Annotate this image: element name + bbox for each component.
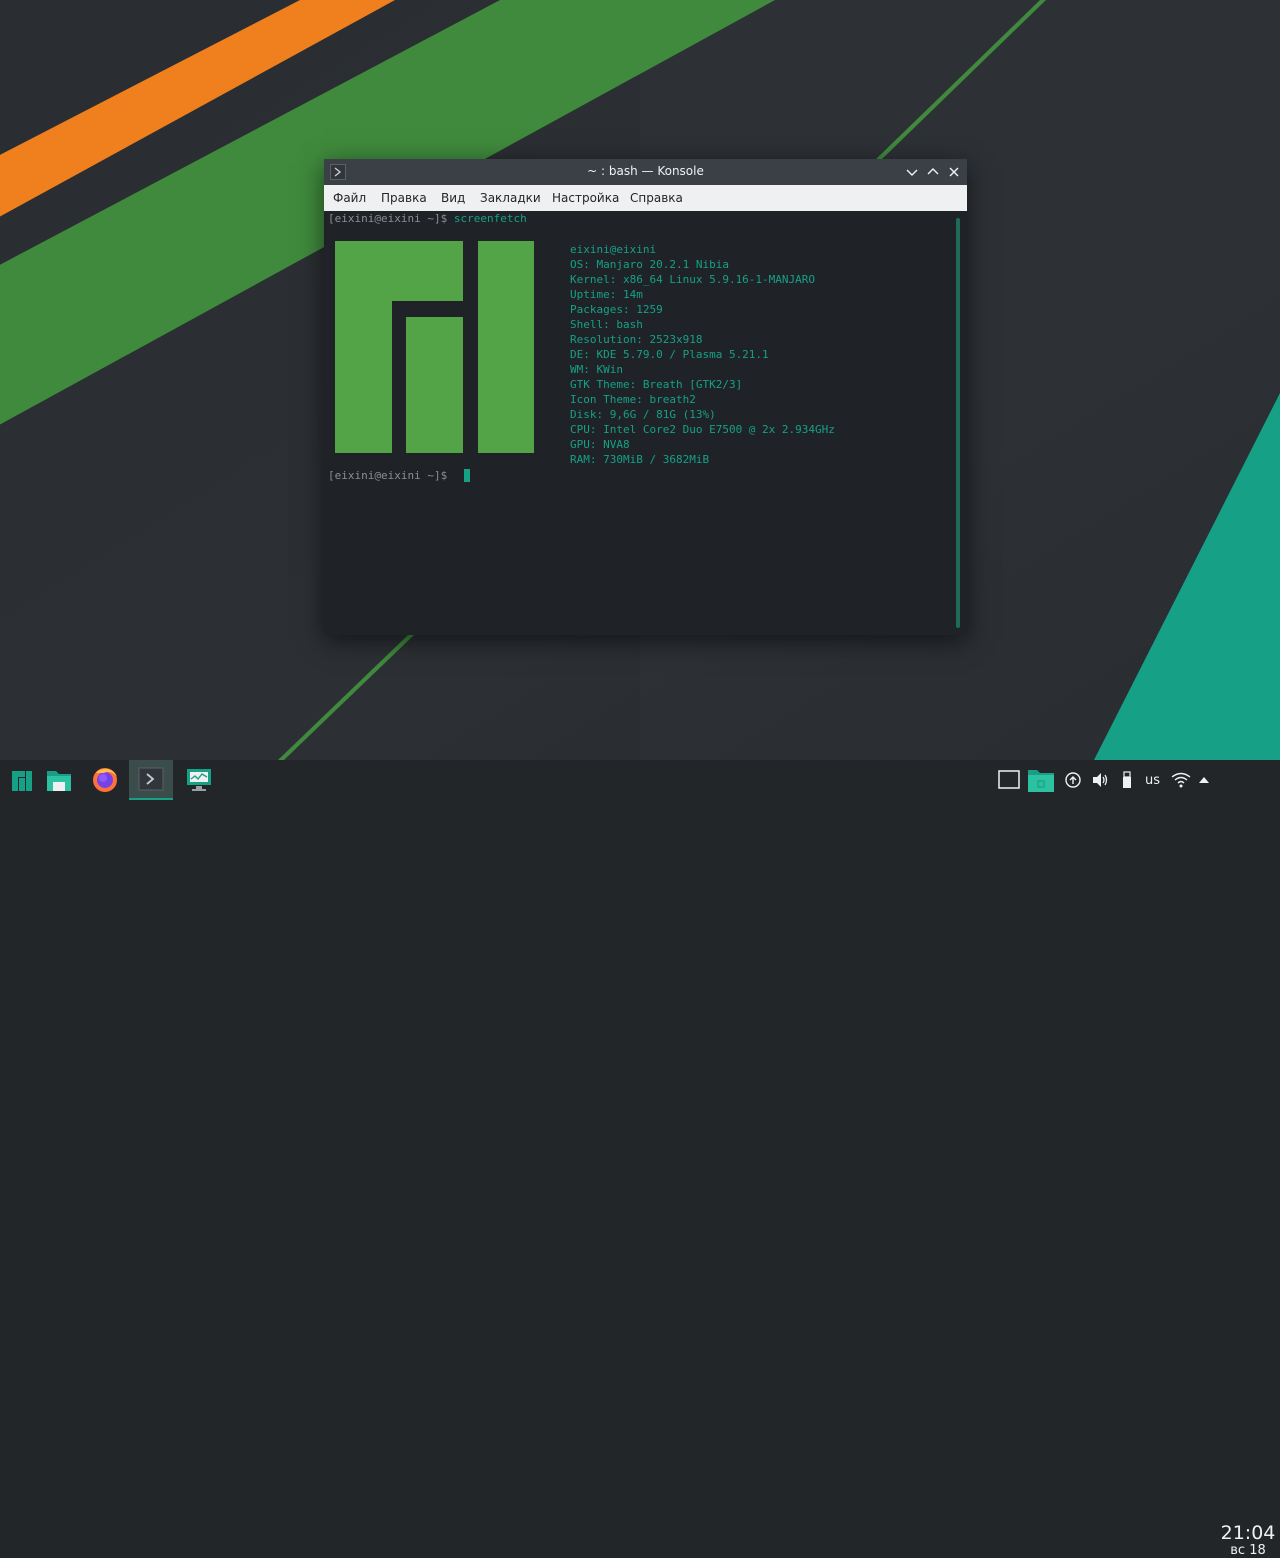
wifi-icon [1171, 772, 1191, 788]
show-desktop-icon [998, 770, 1020, 789]
volume-control[interactable] [1092, 760, 1110, 800]
menu-settings[interactable]: Настройка [552, 191, 619, 205]
terminal-line-prompt: [eixini@eixini ~]$ [328, 468, 447, 483]
menu-help[interactable]: Справка [630, 191, 683, 205]
taskbar: us 21:04 вс 18 [0, 760, 1280, 1558]
firefox-button[interactable] [82, 760, 126, 800]
info-line: eixini@eixini [570, 243, 657, 256]
info-line: CPU: Intel Core2 Duo E7500 @ 2x 2.934GHz [570, 423, 835, 436]
info-line: Resolution: 2523x918 [570, 333, 703, 346]
clock-time[interactable]: 21:04 [1219, 1522, 1277, 1544]
info-line: Packages: 1259 [570, 303, 663, 316]
menu-view[interactable]: Вид [441, 191, 465, 205]
folder-view-button[interactable] [1027, 760, 1055, 800]
konsole-task-button[interactable] [129, 760, 173, 800]
logo-block-right [478, 241, 534, 453]
logo-block-top [335, 241, 463, 301]
triangle-up-icon [1199, 777, 1209, 783]
clock-date[interactable]: вс 18 [1219, 1543, 1277, 1558]
file-manager-icon [47, 771, 71, 791]
terminal-scrollbar[interactable] [956, 218, 960, 628]
window-title: ~ : bash — Konsole [587, 164, 704, 178]
removable-devices[interactable] [1120, 760, 1134, 800]
shell-prompt: [eixini@eixini ~]$ [328, 469, 448, 482]
speaker-icon [1093, 773, 1108, 787]
info-line: Uptime: 14m [570, 288, 643, 301]
menubar: Файл Правка Вид Закладки Настройка Справ… [324, 185, 967, 211]
info-line: Shell: bash [570, 318, 643, 331]
window-titlebar[interactable]: ~ : bash — Konsole [324, 159, 967, 185]
info-line: Disk: 9,6G / 81G (13%) [570, 408, 716, 421]
chevron-down-icon [906, 169, 918, 176]
minimize-button[interactable] [904, 164, 920, 180]
terminal-area[interactable]: [eixini@eixini ~]$ screenfetch eixini@ei… [324, 211, 967, 635]
info-line: Icon Theme: breath2 [570, 393, 696, 406]
menu-edit[interactable]: Правка [381, 191, 427, 205]
show-hidden-icons-button[interactable] [1197, 760, 1211, 800]
system-monitor-icon [187, 769, 211, 791]
logo-block-middle [406, 317, 463, 453]
update-icon [1065, 772, 1081, 788]
info-line: Kernel: x86_64 Linux 5.9.16-1-MANJARO [570, 273, 816, 286]
konsole-icon [138, 767, 164, 791]
update-notifier[interactable] [1065, 760, 1083, 800]
info-line: RAM: 730MiB / 3682MiB [570, 453, 710, 466]
terminal-line-command: [eixini@eixini ~]$ screenfetch [328, 211, 527, 226]
usb-drive-icon [1123, 771, 1131, 788]
keyboard-layout-label: us [1145, 773, 1161, 788]
shell-prompt: [eixini@eixini ~]$ [328, 212, 448, 225]
menu-file[interactable]: Файл [333, 191, 366, 205]
folder-icon [1028, 770, 1054, 792]
command-text: screenfetch [447, 212, 527, 225]
close-button[interactable] [946, 164, 962, 180]
chevron-up-icon [927, 168, 939, 175]
manjaro-menu-icon [12, 771, 32, 791]
logo-block-left [335, 301, 392, 453]
info-line: GPU: NVA8 [570, 438, 630, 451]
firefox-icon [93, 768, 117, 792]
keyboard-layout-button[interactable]: us [1143, 760, 1165, 800]
konsole-window[interactable]: ~ : bash — Konsole Файл Правка Вид Закла… [324, 159, 967, 635]
info-line: WM: KWin [570, 363, 623, 376]
show-desktop-button[interactable] [998, 760, 1020, 800]
info-line: OS: Manjaro 20.2.1 Nibia [570, 258, 729, 271]
menu-bookmarks[interactable]: Закладки [480, 191, 541, 205]
info-line: GTK Theme: Breath [GTK2/3] [570, 378, 743, 391]
info-line: DE: KDE 5.79.0 / Plasma 5.21.1 [570, 348, 769, 361]
network-button[interactable] [1171, 760, 1191, 800]
system-monitor-button[interactable] [177, 760, 221, 800]
close-icon [949, 167, 959, 177]
file-manager-button[interactable] [36, 760, 80, 800]
maximize-button[interactable] [925, 164, 941, 180]
text-cursor [464, 469, 470, 482]
